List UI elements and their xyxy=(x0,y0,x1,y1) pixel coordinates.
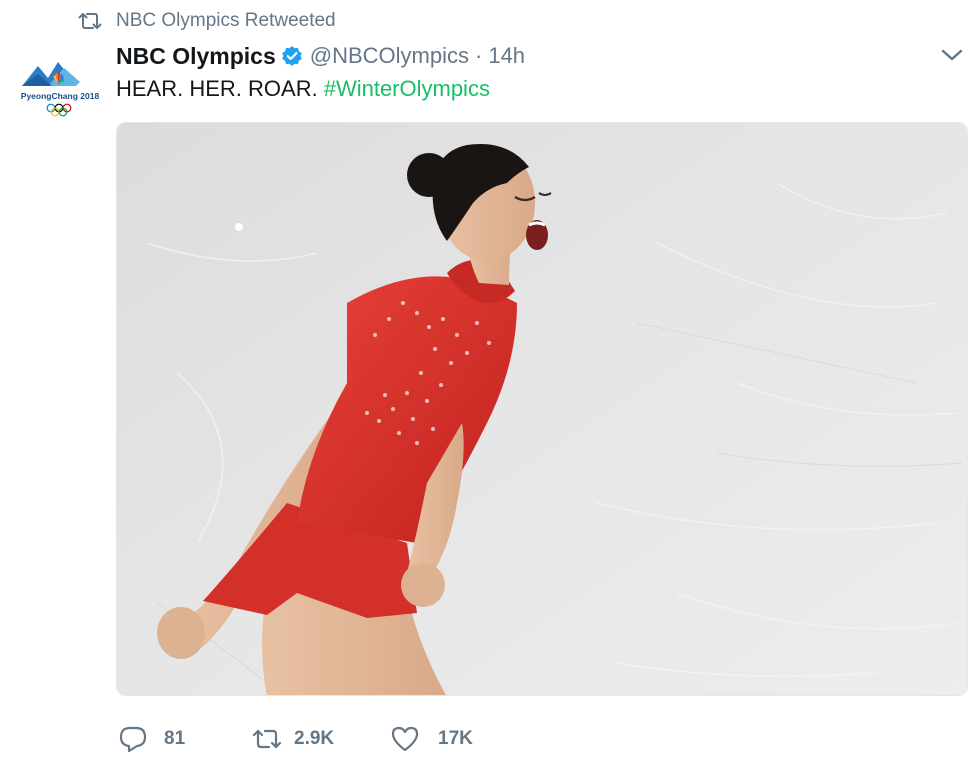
display-name[interactable]: NBC Olympics xyxy=(116,43,276,70)
reply-count: 81 xyxy=(164,728,186,749)
avatar-text: PyeongChang 2018 xyxy=(21,91,100,101)
hashtag-link[interactable]: #WinterOlympics xyxy=(324,76,490,101)
retweet-context-text: NBC Olympics Retweeted xyxy=(116,10,336,31)
retweet-context[interactable]: NBC Olympics Retweeted xyxy=(78,8,336,34)
handle[interactable]: @NBCOlympics xyxy=(310,43,469,69)
tweet-text: HEAR. HER. ROAR. #WinterOlympics xyxy=(116,74,490,104)
timestamp[interactable]: 14h xyxy=(488,43,525,69)
figure-skater-photo xyxy=(117,123,967,695)
chevron-down-icon xyxy=(941,48,963,67)
heart-icon xyxy=(390,725,420,753)
tweet-header: NBC Olympics @NBCOlympics · 14h xyxy=(116,40,525,72)
reply-button[interactable]: 81 xyxy=(118,724,185,754)
tweet-photo[interactable] xyxy=(116,122,968,696)
tweet-menu-button[interactable] xyxy=(938,44,966,70)
like-count: 17K xyxy=(438,728,473,749)
separator-dot: · xyxy=(475,43,483,68)
retweet-icon xyxy=(252,725,282,753)
reply-icon xyxy=(118,725,148,753)
tweet-actions: 81 2.9K 17K xyxy=(118,724,618,754)
retweet-icon xyxy=(78,10,104,32)
like-button[interactable]: 17K xyxy=(390,724,473,754)
verified-badge-icon xyxy=(281,45,303,67)
retweet-count: 2.9K xyxy=(294,728,335,749)
retweet-button[interactable]: 2.9K xyxy=(252,724,334,754)
avatar[interactable]: PyeongChang 2018 xyxy=(18,52,102,120)
tweet-body: HEAR. HER. ROAR. xyxy=(116,76,318,101)
